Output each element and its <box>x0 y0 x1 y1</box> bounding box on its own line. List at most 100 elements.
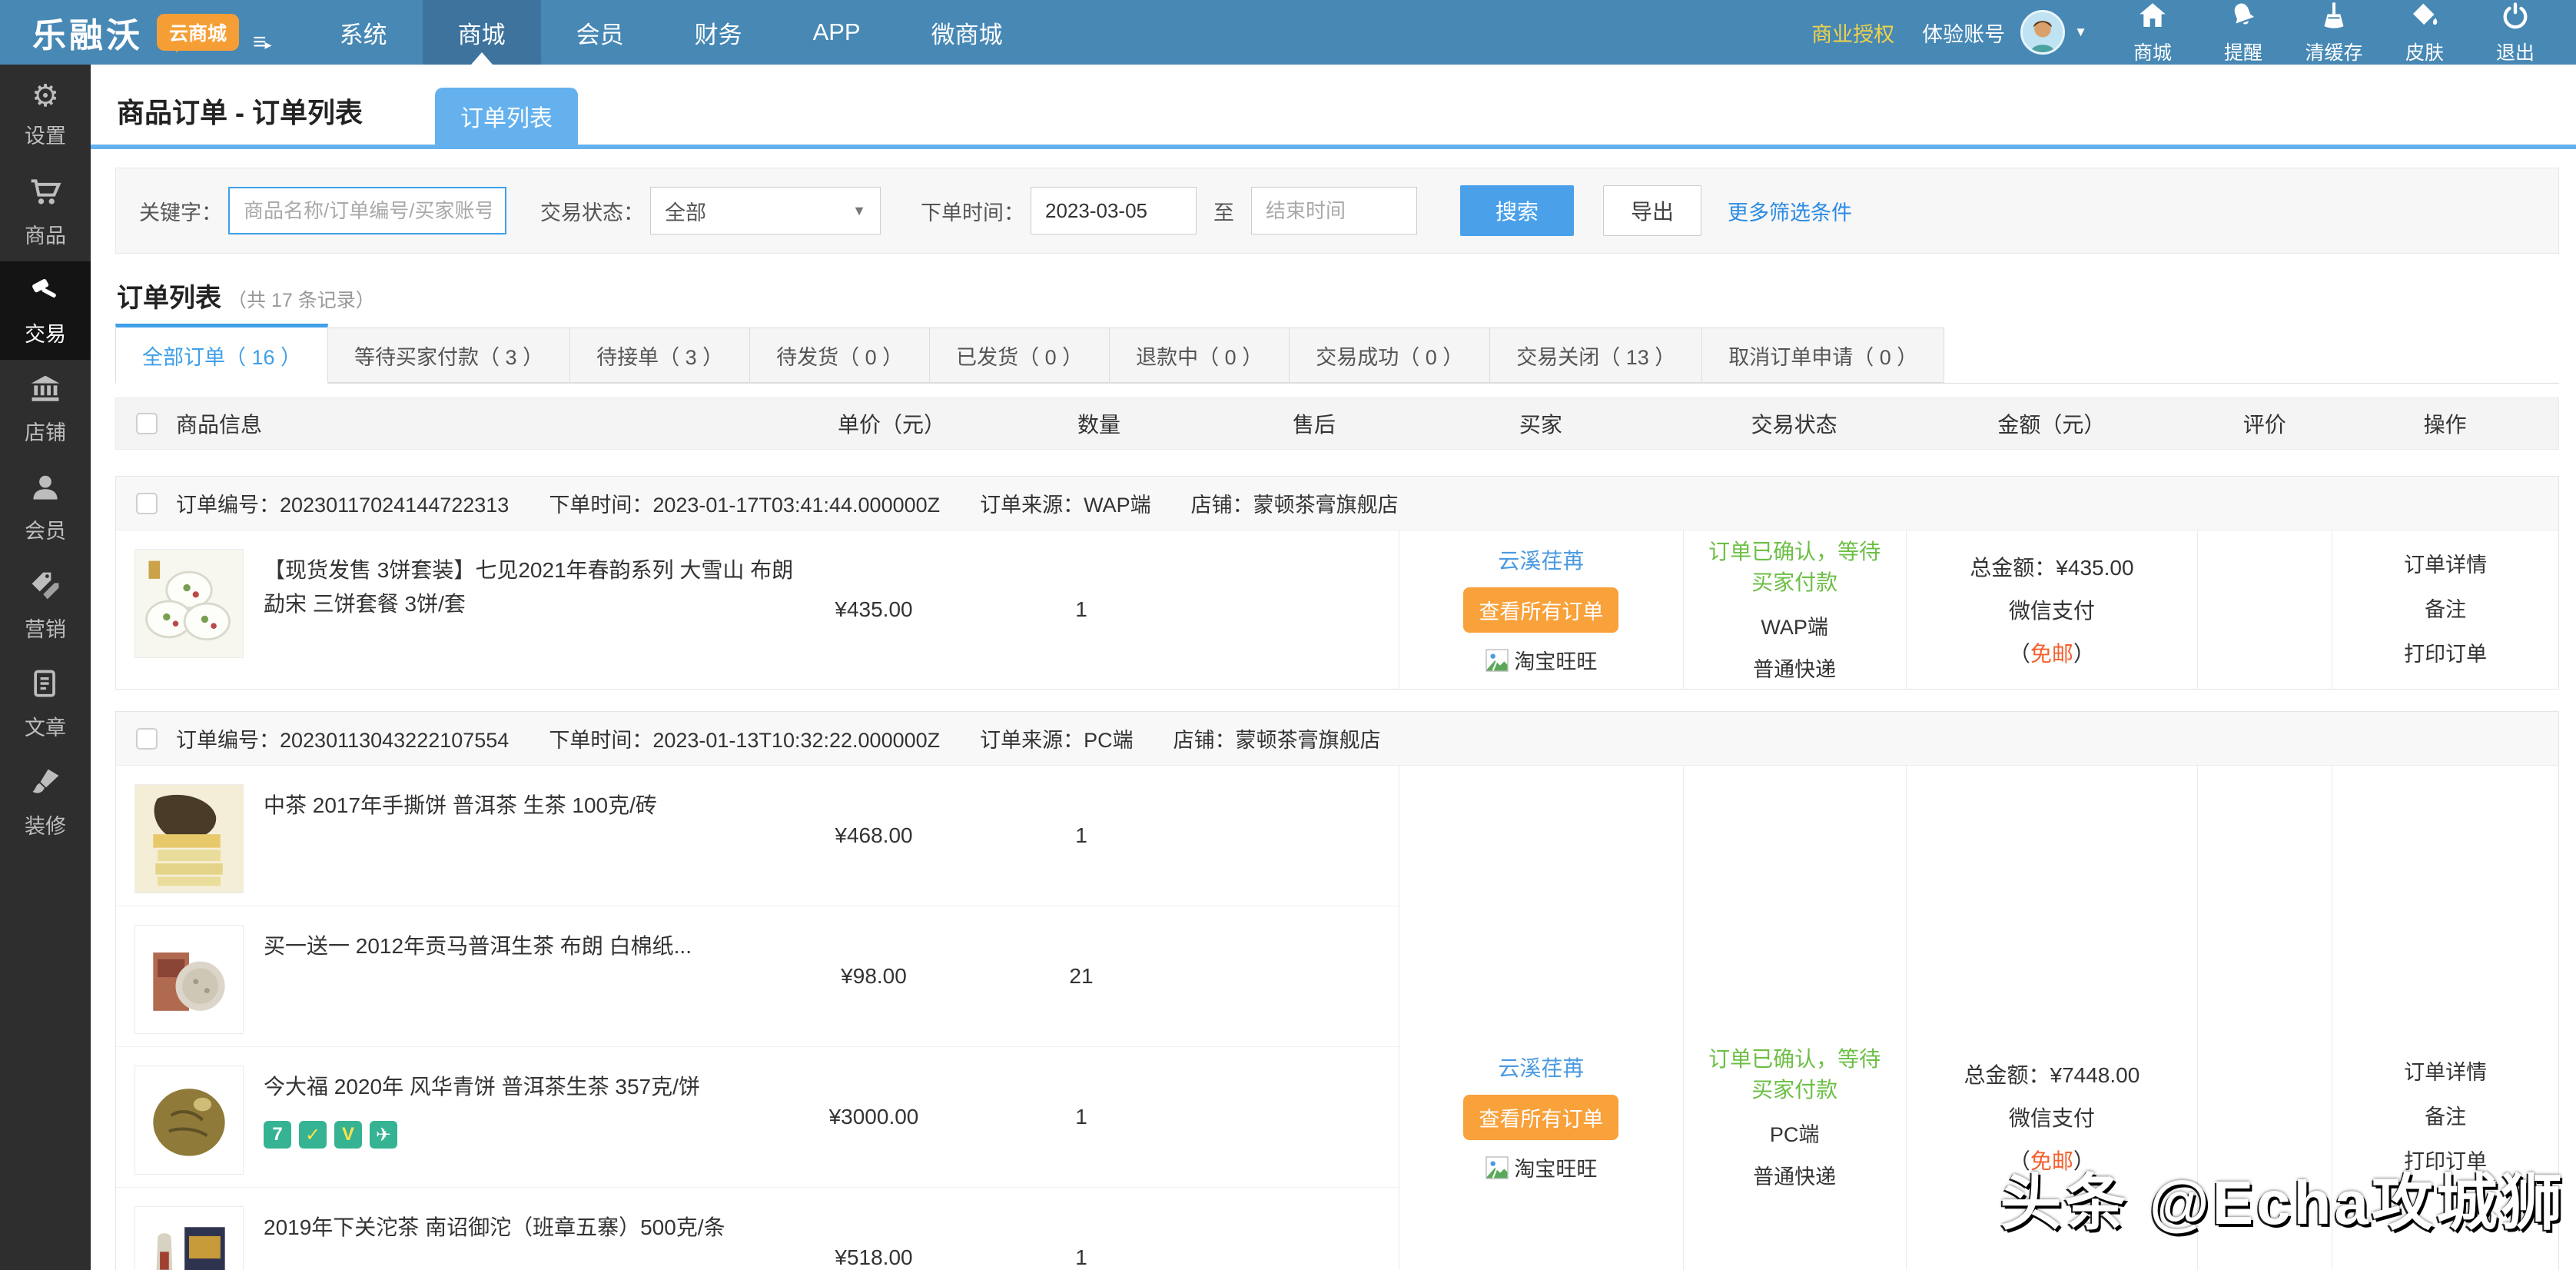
keyword-label: 关键字： <box>139 196 222 226</box>
sidebar-item-decorate[interactable]: 装修 <box>0 753 91 852</box>
menu-item-finance[interactable]: 财务 <box>659 0 778 65</box>
broken-image-icon <box>1485 648 1509 673</box>
sidebar-item-settings[interactable]: ⚙ 设置 <box>0 65 91 163</box>
page-title: 商品订单 - 订单列表 <box>117 91 363 131</box>
product-qty: 21 <box>951 906 1212 1046</box>
product-name[interactable]: 买一送一 2012年贡马普洱生茶 布朗 白棉纸... <box>264 929 797 963</box>
sidebar-item-marketing[interactable]: 营销 <box>0 557 91 655</box>
export-button[interactable]: 导出 <box>1603 185 1701 236</box>
remark-link[interactable]: 备注 <box>2425 1101 2466 1133</box>
product-name[interactable]: 2019年下关沱茶 南诏御沱（班章五寨）500克/条 <box>264 1211 797 1245</box>
menu-item-app[interactable]: APP <box>778 0 896 65</box>
menu-item-mall[interactable]: 商城 <box>423 0 541 65</box>
order-checkbox[interactable] <box>136 728 158 750</box>
sidebar-item-trade[interactable]: 交易 <box>0 261 91 360</box>
product-thumbnail[interactable] <box>134 925 244 1034</box>
view-all-orders-button[interactable]: 查看所有订单 <box>1463 587 1618 633</box>
badge-7days-icon: 7 <box>264 1121 291 1149</box>
print-order-link[interactable]: 打印订单 <box>2404 638 2487 670</box>
order-no: 订单编号：20230117024144722313 <box>176 488 509 518</box>
select-all-checkbox[interactable] <box>136 413 158 434</box>
menu-item-system[interactable]: 系统 <box>304 0 423 65</box>
tab-closed[interactable]: 交易关闭（ 13 ） <box>1490 327 1702 383</box>
menu-item-member[interactable]: 会员 <box>541 0 659 65</box>
record-count: （共 17 条记录） <box>227 290 375 311</box>
tab-await-accept[interactable]: 待接单（ 3 ） <box>570 327 750 383</box>
remark-link[interactable]: 备注 <box>2425 593 2466 626</box>
operation-cell: 订单详情 备注 打印订单 <box>2332 530 2558 689</box>
buyer-name-link[interactable]: 云溪荏苒 <box>1498 1052 1584 1082</box>
order-item-row: 买一送一 2012年贡马普洱生茶 布朗 白棉纸... ¥98.00 21 <box>116 906 1399 1047</box>
product-qty: 1 <box>951 1047 1212 1187</box>
avatar[interactable] <box>2020 10 2065 55</box>
product-price: ¥518.00 <box>797 1188 951 1270</box>
im-contact[interactable]: 淘宝旺旺 <box>1485 1152 1597 1182</box>
chevron-down-icon[interactable]: ▼ <box>2074 25 2087 40</box>
sidebar-item-article[interactable]: 文章 <box>0 655 91 753</box>
view-all-orders-button[interactable]: 查看所有订单 <box>1463 1095 1618 1140</box>
tab-order-list[interactable]: 订单列表 <box>435 88 578 145</box>
col-evaluation: 评价 <box>2197 398 2332 449</box>
order-time: 下单时间：2023-01-17T03:41:44.000000Z <box>549 488 940 518</box>
tab-all-orders[interactable]: 全部订单（ 16 ） <box>115 324 328 384</box>
account-name: 体验账号 <box>1922 18 2005 48</box>
order-source: 订单来源：WAP端 <box>980 488 1151 518</box>
quick-action-clear-cache[interactable]: 清缓存 <box>2289 0 2379 65</box>
tab-await-ship[interactable]: 待发货（ 0 ） <box>750 327 930 383</box>
product-price: ¥435.00 <box>797 530 951 689</box>
product-name[interactable]: 今大福 2020年 风华青饼 普洱茶生茶 357克/饼 <box>264 1070 797 1104</box>
tab-success[interactable]: 交易成功（ 0 ） <box>1290 327 1490 383</box>
doc-icon <box>28 667 62 705</box>
order-admin-page: 乐融沃 云商城 ≡▸ 系统 商城 会员 财务 APP 微商城 商业授权 体验账号… <box>0 0 2576 1270</box>
nav-right-cluster: 商业授权 体验账号 ▼ 商城 提醒 清缓存 皮肤 <box>1811 0 2576 65</box>
tab-refunding[interactable]: 退款中（ 0 ） <box>1110 327 1290 383</box>
gears-icon: ⚙ <box>32 79 59 113</box>
quick-action-logout[interactable]: 退出 <box>2470 0 2561 65</box>
menu-toggle-icon[interactable]: ≡▸ <box>253 29 271 55</box>
search-button[interactable]: 搜索 <box>1460 185 1574 236</box>
sidebar-item-member[interactable]: 会员 <box>0 458 91 557</box>
product-thumbnail[interactable] <box>134 784 244 893</box>
status-source: PC端 <box>1770 1118 1820 1148</box>
buyer-cell: 云溪荏苒 查看所有订单 淘宝旺旺 <box>1399 530 1683 689</box>
order-detail-link[interactable]: 订单详情 <box>2404 1056 2487 1089</box>
trade-status-label: 交易状态： <box>540 196 644 226</box>
product-thumbnail[interactable] <box>134 1206 244 1270</box>
broom-icon <box>2319 0 2349 35</box>
order-card: 订单编号：20230117024144722313 下单时间：2023-01-1… <box>115 476 2559 690</box>
keyword-input[interactable] <box>228 187 506 234</box>
sidebar-item-shop[interactable]: 店铺 <box>0 360 91 458</box>
product-name[interactable]: 中茶 2017年手撕饼 普洱茶 生茶 100克/砖 <box>264 789 797 823</box>
quick-action-skin[interactable]: 皮肤 <box>2379 0 2470 65</box>
trade-status-select[interactable]: 全部 ▼ <box>650 187 881 234</box>
menu-item-wechat-mall[interactable]: 微商城 <box>896 0 1038 65</box>
business-auth-link[interactable]: 商业授权 <box>1811 18 1894 48</box>
end-date-input[interactable] <box>1251 187 1417 234</box>
evaluation-cell <box>2197 530 2332 689</box>
quick-action-remind[interactable]: 提醒 <box>2198 0 2289 65</box>
status-shipping: 普通快递 <box>1753 1160 1836 1190</box>
trade-status-cell: 订单已确认，等待买家付款 WAP端 普通快递 <box>1683 530 1906 689</box>
badge-v-icon: V <box>334 1121 362 1149</box>
order-checkbox[interactable] <box>136 493 158 514</box>
product-qty: 1 <box>951 530 1212 689</box>
sidebar-item-goods[interactable]: 商品 <box>0 163 91 261</box>
buyer-name-link[interactable]: 云溪荏苒 <box>1498 544 1584 575</box>
quick-action-mall[interactable]: 商城 <box>2107 0 2198 65</box>
product-name[interactable]: 【现货发售 3饼套装】七见2021年春韵系列 大雪山 布朗 勐宋 三饼套餐 3饼… <box>264 554 797 621</box>
product-thumbnail[interactable] <box>134 1066 244 1175</box>
more-filters-link[interactable]: 更多筛选条件 <box>1728 196 1852 226</box>
col-quantity: 数量 <box>968 408 1230 439</box>
product-thumbnail[interactable] <box>134 549 244 658</box>
col-trade-status: 交易状态 <box>1683 398 1906 449</box>
to-label: 至 <box>1213 196 1234 226</box>
status-shipping: 普通快递 <box>1753 653 1836 683</box>
start-date-input[interactable] <box>1031 187 1197 234</box>
tab-await-payment[interactable]: 等待买家付款（ 3 ） <box>328 327 570 383</box>
bank-icon <box>28 372 62 410</box>
im-contact[interactable]: 淘宝旺旺 <box>1485 645 1597 675</box>
tab-shipped[interactable]: 已发货（ 0 ） <box>930 327 1110 383</box>
tab-cancel-request[interactable]: 取消订单申请（ 0 ） <box>1702 327 1944 383</box>
bell-icon <box>2228 0 2259 35</box>
order-detail-link[interactable]: 订单详情 <box>2404 549 2487 581</box>
